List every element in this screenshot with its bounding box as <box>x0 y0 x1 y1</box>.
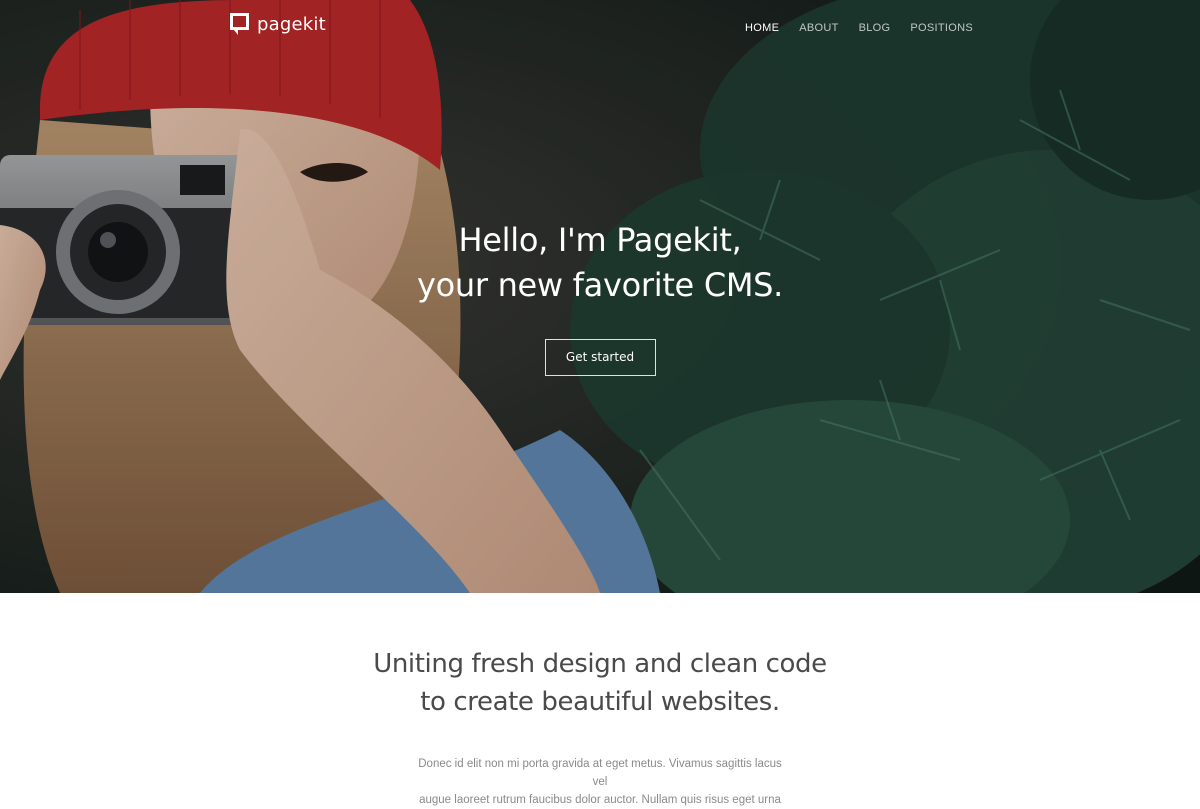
nav-link-blog[interactable]: BLOG <box>859 22 891 34</box>
hero-section: pagekit HOME ABOUT BLOG POSITIONS Hello,… <box>0 0 1200 593</box>
top-navbar: pagekit HOME ABOUT BLOG POSITIONS <box>0 0 1200 50</box>
main-nav: HOME ABOUT BLOG POSITIONS <box>725 18 973 36</box>
intro-title-line-2: to create beautiful websites. <box>420 687 780 717</box>
nav-link-home[interactable]: HOME <box>745 22 779 34</box>
hero-title-line-2: your new favorite CMS. <box>416 266 784 304</box>
nav-link-about[interactable]: ABOUT <box>799 22 838 34</box>
hero-title: Hello, I'm Pagekit, your new favorite CM… <box>0 218 1200 308</box>
intro-title-line-1: Uniting fresh design and clean code <box>373 649 827 679</box>
logo-link[interactable]: pagekit <box>230 13 326 35</box>
nav-item-positions: POSITIONS <box>910 18 973 36</box>
intro-text-line-2: augue laoreet rutrum faucibus dolor auct… <box>419 794 781 806</box>
hero-content: Hello, I'm Pagekit, your new favorite CM… <box>0 218 1200 376</box>
nav-item-about: ABOUT <box>799 18 838 36</box>
intro-section: Uniting fresh design and clean code to c… <box>0 593 1200 806</box>
pagekit-logo-icon <box>230 13 249 35</box>
intro-title: Uniting fresh design and clean code to c… <box>0 645 1200 721</box>
hero-title-line-1: Hello, I'm Pagekit, <box>458 221 742 259</box>
nav-link-positions[interactable]: POSITIONS <box>910 22 973 34</box>
intro-text-line-1: Donec id elit non mi porta gravida at eg… <box>418 758 782 788</box>
logo-text: pagekit <box>257 13 326 35</box>
nav-item-home: HOME <box>745 18 779 36</box>
intro-paragraph: Donec id elit non mi porta gravida at eg… <box>410 755 790 809</box>
get-started-button[interactable]: Get started <box>544 339 656 376</box>
nav-item-blog: BLOG <box>859 18 891 36</box>
